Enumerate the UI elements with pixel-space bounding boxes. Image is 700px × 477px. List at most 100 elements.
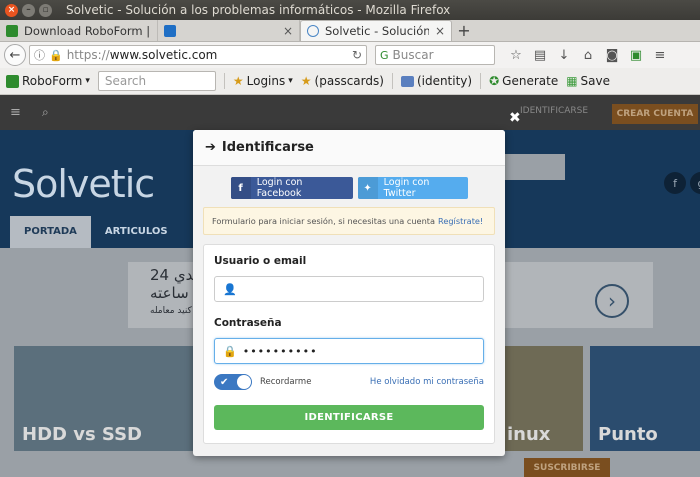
toolbar-divider — [480, 73, 482, 89]
passcards-icon: ★ — [300, 74, 312, 88]
article-thumb-caption: Punto — [598, 424, 658, 445]
modal-close-icon[interactable]: ✖ — [509, 110, 521, 126]
generate-button[interactable]: ✪ Generate — [489, 74, 558, 88]
save-label: Save — [580, 74, 611, 88]
article-thumb-caption: inux — [507, 424, 551, 445]
modal-header: ➔ Identificarse — [193, 130, 505, 166]
remember-label: Recordarme — [260, 377, 312, 387]
pocket-icon[interactable]: ◙ — [604, 47, 620, 63]
site-search-field[interactable] — [505, 154, 565, 180]
identity-button[interactable]: (identity) — [400, 74, 473, 88]
site-create-account-button[interactable]: CREAR CUENTA — [612, 104, 698, 124]
download-icon[interactable]: ↓ — [556, 47, 572, 63]
facebook-button-label: Login con Facebook — [256, 177, 303, 199]
password-value[interactable]: •••••••••• — [243, 345, 318, 358]
identity-icon — [400, 75, 414, 87]
register-notice: Formulario para iniciar sesión, si neces… — [203, 207, 495, 235]
article-thumb-linux[interactable]: inux — [505, 346, 583, 451]
window-titlebar: × – ▫ Solvetic - Solución a los problema… — [0, 0, 700, 20]
tab-outlook[interactable]: × — [158, 20, 300, 41]
save-button[interactable]: ▦ Save — [566, 74, 610, 88]
reading-list-icon[interactable]: ▤ — [532, 47, 548, 63]
password-field[interactable]: 🔒 •••••••••• — [214, 338, 484, 364]
twitter-icon: ✦ — [357, 177, 378, 199]
hamburger-icon[interactable]: ≡ — [10, 105, 21, 120]
identity-label: (identity) — [416, 74, 473, 88]
search-bar[interactable]: G Buscar — [375, 45, 495, 65]
logins-button[interactable]: ★ Logins ▾ — [233, 74, 293, 88]
roboform-menu-button[interactable]: RoboForm ▾ — [6, 74, 90, 88]
register-link[interactable]: Regístrate! — [438, 216, 483, 226]
toolbar-divider — [391, 73, 393, 89]
solvetic-favicon-icon — [307, 25, 319, 37]
forgot-password-link[interactable]: He olvidado mi contraseña — [370, 377, 484, 387]
site-search-icon[interactable]: ⌕ — [42, 105, 49, 120]
save-icon: ▦ — [566, 74, 578, 88]
generate-label: Generate — [502, 74, 559, 88]
facebook-icon[interactable]: f — [664, 172, 686, 194]
toggle-knob — [237, 375, 251, 389]
roboform-search-input[interactable]: Search — [97, 71, 216, 91]
chevron-down-icon: ▾ — [288, 76, 293, 86]
site-top-strip: ≡ ⌕ — [0, 96, 700, 130]
remember-toggle[interactable]: ✔ — [214, 374, 252, 390]
site-logo[interactable]: Solvetic — [12, 162, 155, 206]
passcards-label: (passcards) — [314, 74, 384, 88]
password-label: Contraseña — [214, 317, 282, 329]
subscribe-button[interactable]: SUSCRIBIRSE — [524, 458, 610, 477]
login-modal: ➔ Identificarse f Login con Facebook ✦ L… — [193, 130, 505, 456]
site-nav-articulos[interactable]: ARTICULOS — [91, 216, 182, 248]
tab-label: Solvetic - Solución a los — [325, 24, 429, 38]
tab-label: Download RoboForm | — [24, 23, 151, 38]
username-label: Usuario o email — [214, 255, 307, 267]
url-text[interactable]: https://www.solvetic.com — [67, 48, 348, 62]
menu-icon[interactable]: ≡ — [652, 47, 668, 63]
facebook-icon: f — [230, 177, 251, 199]
tab-close-icon[interactable]: × — [283, 24, 293, 38]
login-facebook-button[interactable]: f Login con Facebook — [230, 177, 353, 199]
window-title: Solvetic - Solución a los problemas info… — [66, 3, 451, 17]
article-thumb-caption: HDD vs SSD — [22, 424, 142, 445]
passcards-button[interactable]: ★ (passcards) — [301, 74, 384, 88]
chevron-down-icon: ▾ — [85, 76, 90, 86]
search-engine-icon[interactable]: G — [380, 49, 389, 62]
username-field[interactable]: 👤 — [214, 276, 484, 302]
logins-icon: ★ — [232, 74, 244, 88]
twitter-button-label: Login con Twitter — [383, 177, 430, 199]
bookmark-star-icon[interactable]: ☆ — [508, 47, 524, 63]
tab-roboform[interactable]: Download RoboForm | — [0, 20, 158, 41]
reload-icon[interactable]: ↻ — [352, 48, 362, 62]
search-input[interactable]: Buscar — [393, 48, 434, 62]
site-nav-portada[interactable]: PORTADA — [10, 216, 91, 248]
notice-text: Formulario para iniciar sesión, si neces… — [212, 216, 435, 226]
roboform-toolbar-icon[interactable]: ▣ — [628, 47, 644, 63]
new-tab-button[interactable]: + — [452, 21, 476, 41]
home-icon[interactable]: ⌂ — [580, 47, 596, 63]
tab-close-icon[interactable]: × — [435, 24, 445, 38]
url-bar[interactable]: ⓘ 🔒 https://www.solvetic.com ↻ — [29, 45, 367, 65]
tab-strip: Download RoboForm | × Solvetic - Solució… — [0, 20, 700, 42]
login-twitter-button[interactable]: ✦ Login con Twitter — [357, 177, 468, 199]
social-login-row: f Login con Facebook ✦ Login con Twitter — [193, 177, 505, 199]
roboform-logo-icon — [6, 74, 19, 88]
identificarse-button[interactable]: IDENTIFICARSE — [214, 405, 484, 430]
user-icon: 👤 — [223, 282, 237, 296]
info-icon[interactable]: ⓘ — [34, 47, 45, 63]
navigation-bar: ← ⓘ 🔒 https://www.solvetic.com ↻ G Busca… — [0, 42, 700, 68]
outlook-favicon-icon — [164, 24, 176, 37]
ad-next-chevron-icon[interactable]: › — [595, 284, 629, 318]
login-form: Usuario o email 👤 Contraseña 🔒 •••••••••… — [203, 244, 495, 444]
article-thumb-punto[interactable]: Punto — [590, 346, 700, 451]
article-thumb-hdd-ssd[interactable]: HDD vs SSD — [14, 346, 194, 451]
window-close-button[interactable]: × — [5, 3, 18, 17]
window-maximize-button[interactable]: ▫ — [39, 3, 52, 17]
site-login-link[interactable]: IDENTIFICARSE — [520, 106, 588, 116]
sign-in-icon: ➔ — [205, 140, 216, 155]
lock-icon: 🔒 — [223, 344, 237, 358]
roboform-toolbar: RoboForm ▾ Search ★ Logins ▾ ★ (passcard… — [0, 68, 700, 95]
back-button[interactable]: ← — [4, 44, 26, 66]
tab-solvetic[interactable]: Solvetic - Solución a los × — [300, 20, 452, 41]
window-minimize-button[interactable]: – — [22, 3, 35, 17]
lock-icon: 🔒 — [49, 48, 63, 62]
modal-title: Identificarse — [221, 140, 314, 155]
